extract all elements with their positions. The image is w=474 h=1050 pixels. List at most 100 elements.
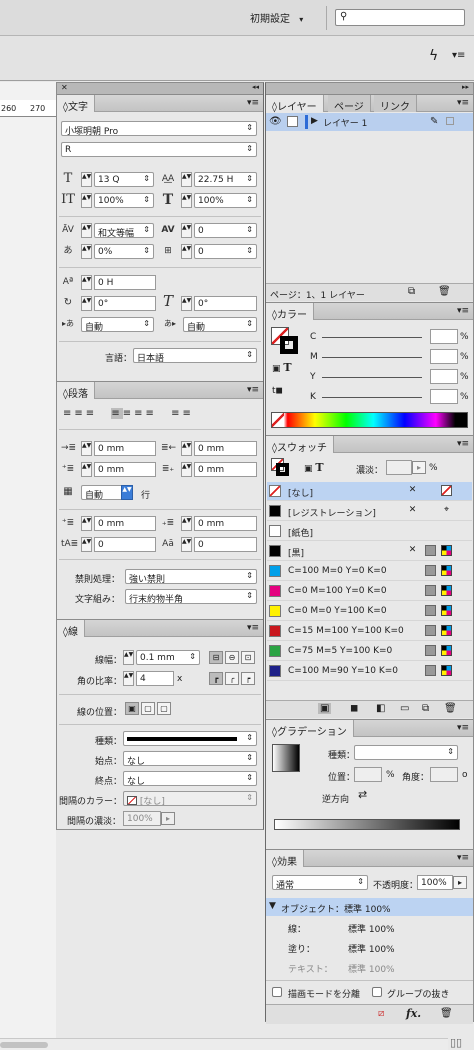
- location-field[interactable]: [354, 767, 382, 782]
- effects-fill-row[interactable]: 塗り： 標準 100%: [266, 938, 473, 956]
- formatting-container-icon[interactable]: ▣ T: [304, 461, 324, 474]
- search-field[interactable]: ⚲: [335, 9, 465, 26]
- yellow-slider[interactable]: [322, 377, 422, 378]
- tint-field[interactable]: [386, 460, 412, 475]
- formatting-container-icon[interactable]: ▣ T: [272, 361, 292, 374]
- justify-right-icon[interactable]: ≡: [134, 408, 145, 419]
- clear-effects-icon[interactable]: ⧄: [378, 1008, 384, 1019]
- space-before-stepper[interactable]: ▲▼: [81, 516, 92, 531]
- dropcap-lines-field[interactable]: 0: [94, 537, 156, 552]
- selection-square-icon[interactable]: [446, 117, 454, 125]
- align-center-icon[interactable]: ≡: [74, 408, 85, 419]
- kinsoku-select[interactable]: 強い禁則 ⇕: [125, 569, 257, 584]
- join-round-icon[interactable]: ╭: [225, 672, 239, 685]
- space-after-field[interactable]: 0 mm: [194, 516, 257, 531]
- stroke-swatch[interactable]: [280, 336, 298, 354]
- color-spectrum[interactable]: [271, 412, 468, 428]
- fill-stroke-proxy[interactable]: [271, 327, 299, 355]
- aki-stepper[interactable]: ▲▼: [81, 244, 92, 259]
- layer-row[interactable]: 👁 ▶ レイヤー 1 ✎: [266, 113, 473, 131]
- font-size-stepper[interactable]: ▲▼: [81, 172, 92, 187]
- swatch-row[interactable]: [紙色]: [267, 522, 472, 541]
- show-color-icon[interactable]: ◼: [350, 703, 358, 714]
- justify-all-icon[interactable]: ≡: [146, 408, 157, 419]
- align-center-stroke-icon[interactable]: ▣: [125, 702, 139, 715]
- effects-object-row[interactable]: ▼ オブジェクト：標準 100%: [266, 898, 473, 916]
- baseline-shift-stepper[interactable]: ▲▼: [81, 275, 92, 290]
- cap-butt-icon[interactable]: ⊟: [209, 651, 223, 664]
- tracking-field[interactable]: 0 ⇕: [194, 223, 257, 238]
- magenta-field[interactable]: [430, 349, 458, 364]
- leading-stepper[interactable]: ▲▼: [181, 172, 192, 187]
- opacity-arrow-icon[interactable]: ▸: [453, 876, 467, 889]
- gap-color-select[interactable]: [なし] ⇕: [123, 791, 257, 806]
- magenta-slider[interactable]: [322, 357, 422, 358]
- aki-after-select[interactable]: 自動 ⇕: [183, 317, 257, 332]
- last-indent-stepper[interactable]: ▲▼: [181, 462, 192, 477]
- tab-layers[interactable]: ◊レイヤー: [266, 95, 324, 113]
- align-right-icon[interactable]: ≡: [86, 408, 97, 419]
- tab-character[interactable]: ◊文字: [57, 95, 95, 113]
- swatch-row[interactable]: C=100 M=0 Y=0 K=0: [267, 562, 472, 581]
- align-outside-stroke-icon[interactable]: ▢: [157, 702, 171, 715]
- fill-stroke-proxy[interactable]: [271, 458, 289, 476]
- align-inside-stroke-icon[interactable]: ▢: [141, 702, 155, 715]
- eye-icon[interactable]: 👁: [269, 116, 282, 127]
- tab-stroke[interactable]: ◊線: [57, 620, 85, 638]
- vertical-scale-stepper[interactable]: ▲▼: [81, 193, 92, 208]
- stroke-indicator-icon[interactable]: t◼: [272, 386, 283, 396]
- panel-menu-icon[interactable]: ▾≡: [457, 853, 469, 863]
- panel-menu-icon[interactable]: ▾≡: [452, 50, 465, 61]
- cyan-field[interactable]: [430, 329, 458, 344]
- swatch-row[interactable]: [レジストレーション] ✕ ⌖: [267, 502, 472, 521]
- tab-swatches[interactable]: ◊スウォッチ: [266, 436, 334, 454]
- angle-field[interactable]: [430, 767, 458, 782]
- opacity-field[interactable]: 100%: [417, 875, 453, 890]
- space-after-stepper[interactable]: ▲▼: [181, 516, 192, 531]
- join-bevel-icon[interactable]: ┍: [241, 672, 255, 685]
- panel-menu-icon[interactable]: ▾≡: [457, 723, 469, 733]
- tab-pages[interactable]: ページ: [328, 95, 371, 113]
- black-field[interactable]: [430, 389, 458, 404]
- tab-paragraph[interactable]: ◊段落: [57, 382, 95, 400]
- lightning-icon[interactable]: ϟ: [429, 48, 438, 64]
- aki-before-select[interactable]: 自動 ⇕: [81, 317, 154, 332]
- justify-center-icon[interactable]: ≡: [123, 408, 134, 419]
- isolate-blending-checkbox[interactable]: [272, 987, 282, 997]
- align-towards-spine-icon[interactable]: ≡: [171, 408, 182, 419]
- kerning-stepper[interactable]: ▲▼: [181, 244, 192, 259]
- panel-menu-icon[interactable]: ▾≡: [457, 306, 469, 316]
- stroke-swatch[interactable]: [276, 463, 289, 476]
- panel-menu-icon[interactable]: ▾≡: [457, 98, 469, 108]
- swatch-row[interactable]: [黒] ✕: [267, 542, 472, 561]
- swatch-row[interactable]: C=15 M=100 Y=100 K=0: [267, 622, 472, 641]
- first-indent-stepper[interactable]: ▲▼: [81, 462, 92, 477]
- effects-text-row[interactable]: テキスト： 標準 100%: [266, 958, 473, 976]
- panel-menu-icon[interactable]: ▾≡: [247, 98, 259, 108]
- join-miter-icon[interactable]: ┏: [209, 672, 223, 685]
- panel-menu-icon[interactable]: ▾≡: [247, 623, 259, 633]
- swatch-row[interactable]: C=0 M=100 Y=0 K=0: [267, 582, 472, 601]
- last-indent-field[interactable]: 0 mm: [194, 462, 257, 477]
- workspace-switcher[interactable]: 初期設定 ▾: [250, 10, 303, 26]
- tab-color[interactable]: ◊カラー: [266, 303, 314, 321]
- stroke-weight-field[interactable]: 0.1 mm ⇕: [136, 650, 200, 665]
- gap-tint-field[interactable]: 100%: [123, 811, 161, 826]
- justify-left-icon[interactable]: ≡: [111, 408, 123, 419]
- left-indent-stepper[interactable]: ▲▼: [81, 441, 92, 456]
- baseline-shift-field[interactable]: 0 H: [94, 275, 156, 290]
- new-color-group-icon[interactable]: ▭: [400, 703, 409, 714]
- leading-field[interactable]: 22.75 H ⇕: [194, 172, 257, 187]
- space-before-field[interactable]: 0 mm: [94, 516, 156, 531]
- language-select[interactable]: 日本語 ⇕: [133, 348, 257, 363]
- trash-icon[interactable]: 🗑: [438, 286, 451, 297]
- fx-icon[interactable]: fx.: [406, 1007, 421, 1020]
- align-away-spine-icon[interactable]: ≡: [183, 408, 194, 419]
- font-family-select[interactable]: 小塚明朝 Pro ⇕: [61, 121, 257, 136]
- trash-icon[interactable]: 🗑: [440, 1008, 453, 1019]
- panel-dock-header[interactable]: ✕ ◂◂: [57, 83, 263, 95]
- swatch-row[interactable]: C=0 M=0 Y=100 K=0: [267, 602, 472, 621]
- show-gradient-icon[interactable]: ◧: [376, 703, 385, 714]
- kerning-field[interactable]: 0 ⇕: [194, 244, 257, 259]
- lock-toggle[interactable]: [287, 116, 298, 127]
